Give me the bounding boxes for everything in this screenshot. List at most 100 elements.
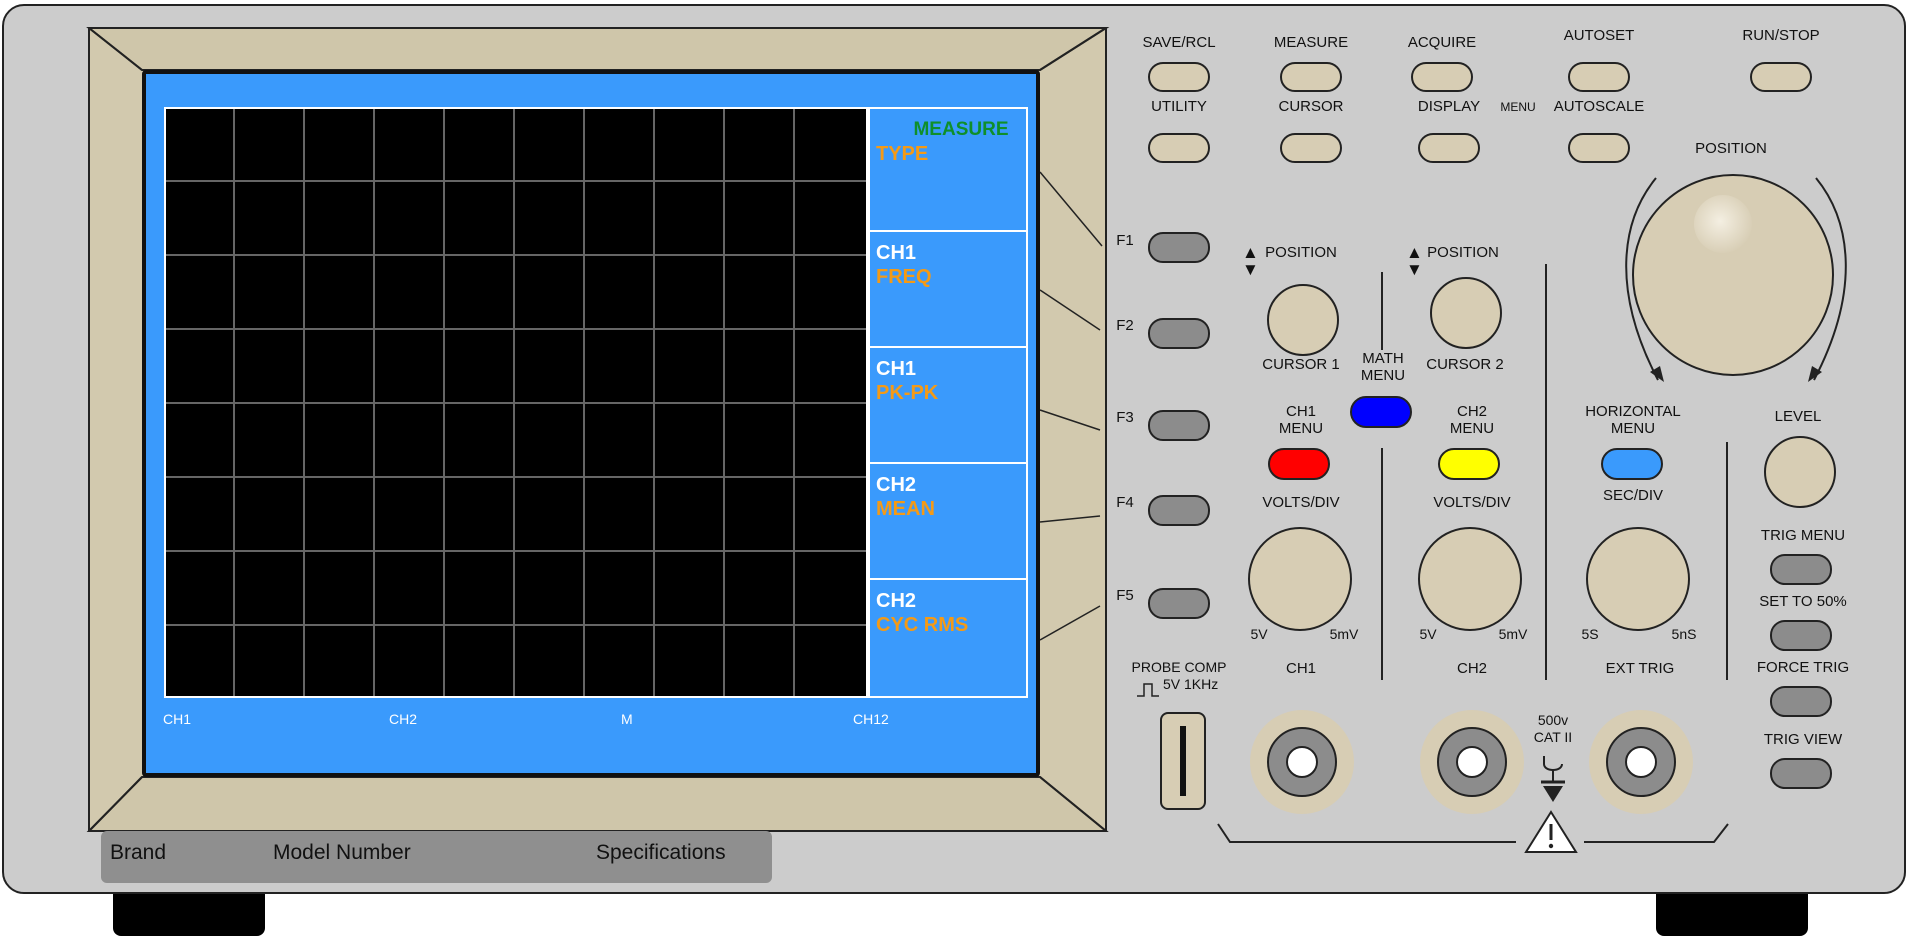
knob-highlight	[1694, 195, 1752, 253]
menu-cell-ch1-freq: CH1 FREQ	[868, 230, 1028, 348]
model-label: Model Number	[273, 841, 411, 864]
probe-comp-spec: 5V 1KHz	[1163, 676, 1219, 692]
autoscale-button[interactable]	[1568, 133, 1630, 163]
ext-trig-label: EXT TRIG	[1605, 660, 1675, 677]
f4-button[interactable]	[1148, 495, 1210, 526]
status-ch1: CH1	[163, 711, 192, 727]
square-wave-icon	[1137, 683, 1159, 697]
ch1-volts-div-knob[interactable]	[1248, 527, 1352, 631]
voltage-rating: 500v	[1537, 712, 1569, 728]
math-menu-label: MATH MENU	[1360, 350, 1406, 384]
run-stop-label: RUN/STOP	[1742, 27, 1820, 44]
f2-label: F2	[1116, 317, 1134, 334]
ch1-input-label: CH1	[1285, 660, 1317, 677]
divider-math-lower	[1381, 448, 1383, 680]
menu-cell-ch2-cycrms: CH2 CYC RMS	[868, 578, 1028, 698]
ch1-position-knob[interactable]	[1267, 284, 1339, 356]
ch2-bnc-pin	[1456, 746, 1488, 778]
run-stop-button[interactable]	[1750, 62, 1812, 92]
status-m: M	[621, 711, 633, 727]
ch2-volts-div-knob[interactable]	[1418, 527, 1522, 631]
ch2-volts-max: 5V	[1419, 626, 1437, 642]
f5-label: F5	[1116, 587, 1134, 604]
autoset-button[interactable]	[1568, 62, 1630, 92]
waveform-grid	[164, 107, 868, 698]
status-ch12: CH12	[853, 711, 889, 727]
ch1-bnc-ring	[1267, 727, 1337, 797]
ground-icon	[1541, 756, 1565, 802]
ext-trig-bnc-ring	[1606, 727, 1676, 797]
ch2-position-knob[interactable]	[1430, 277, 1502, 349]
f5-button[interactable]	[1148, 588, 1210, 619]
ch2-menu-label: CH2 MENU	[1449, 403, 1495, 437]
ext-trig-bnc-pin	[1625, 746, 1657, 778]
menu-label-cycrms: CYC RMS	[876, 614, 969, 636]
menu-label-freq: FREQ	[876, 266, 932, 288]
ch1-volts-min: 5mV	[1329, 626, 1359, 642]
f2-button[interactable]	[1148, 318, 1210, 349]
ch2-updown-arrows-icon: ▲ ▼	[1406, 243, 1423, 279]
acquire-button[interactable]	[1411, 62, 1473, 92]
measure-button[interactable]	[1280, 62, 1342, 92]
cursor-label: CURSOR	[1278, 98, 1344, 115]
ch1-position-label: POSITION	[1265, 244, 1337, 261]
cursor1-label: CURSOR 1	[1262, 356, 1340, 373]
force-trig-button[interactable]	[1770, 686, 1832, 717]
horizontal-position-label: POSITION	[1695, 140, 1767, 157]
utility-label: UTILITY	[1151, 98, 1207, 115]
ch2-volts-div-label: VOLTS/DIV	[1433, 494, 1511, 511]
math-menu-button[interactable]	[1350, 396, 1412, 428]
probe-comp-slot	[1180, 726, 1186, 796]
menu-channel: CH1	[876, 358, 917, 380]
f1-button[interactable]	[1148, 232, 1210, 263]
ch2-menu-button[interactable]	[1438, 448, 1500, 480]
f3-button[interactable]	[1148, 410, 1210, 441]
probe-comp-label: PROBE COMP	[1131, 659, 1227, 675]
cursor-button[interactable]	[1280, 133, 1342, 163]
ch1-bnc-pin	[1286, 746, 1318, 778]
menu-cell-ch1-pkpk: CH1 PK-PK	[868, 346, 1028, 464]
measure-label: MEASURE	[1273, 34, 1349, 51]
utility-button[interactable]	[1148, 133, 1210, 163]
autoset-label: AUTOSET	[1563, 27, 1635, 44]
ch2-volts-min: 5mV	[1498, 626, 1528, 642]
ch1-menu-label: CH1 MENU	[1278, 403, 1324, 437]
ch1-volts-max: 5V	[1250, 626, 1268, 642]
set-to-50-button[interactable]	[1770, 620, 1832, 651]
menu-label: MENU	[1500, 100, 1536, 114]
save-rcl-label: SAVE/RCL	[1142, 34, 1216, 51]
acquire-label: ACQUIRE	[1407, 34, 1477, 51]
ch2-bnc-connector[interactable]	[1420, 710, 1524, 814]
level-knob[interactable]	[1764, 436, 1836, 508]
f1-label: F1	[1116, 232, 1134, 249]
sec-div-label: SEC/DIV	[1602, 487, 1664, 504]
display-button[interactable]	[1418, 133, 1480, 163]
level-label: LEVEL	[1774, 408, 1822, 425]
category-rating: CAT II	[1533, 729, 1573, 745]
ch2-bnc-ring	[1437, 727, 1507, 797]
probe-comp-terminal[interactable]	[1160, 712, 1206, 810]
menu-channel: CH1	[876, 242, 917, 264]
status-ch2: CH2	[389, 711, 418, 727]
display-label: DISPLAY	[1417, 98, 1481, 115]
sec-div-max: 5S	[1581, 626, 1599, 642]
divider-horizontal	[1545, 264, 1547, 680]
trig-menu-button[interactable]	[1770, 554, 1832, 585]
menu-channel: CH2	[876, 474, 917, 496]
ch1-menu-button[interactable]	[1268, 448, 1330, 480]
horizontal-menu-button[interactable]	[1601, 448, 1663, 480]
menu-label-mean: MEAN	[876, 498, 935, 520]
specs-label: Specifications	[596, 841, 726, 864]
sec-div-knob[interactable]	[1586, 527, 1690, 631]
save-rcl-button[interactable]	[1148, 62, 1210, 92]
divider-math-upper	[1381, 272, 1383, 350]
ext-trig-bnc-connector[interactable]	[1589, 710, 1693, 814]
brand-label: Brand	[110, 841, 167, 864]
menu-label-pkpk: PK-PK	[876, 382, 939, 404]
trig-view-button[interactable]	[1770, 758, 1832, 789]
menu-cell-ch2-mean: CH2 MEAN	[868, 462, 1028, 580]
ch1-bnc-connector[interactable]	[1250, 710, 1354, 814]
trig-menu-label: TRIG MENU	[1760, 527, 1846, 544]
menu-label-type: TYPE	[876, 143, 929, 165]
divider-trigger	[1726, 442, 1728, 680]
